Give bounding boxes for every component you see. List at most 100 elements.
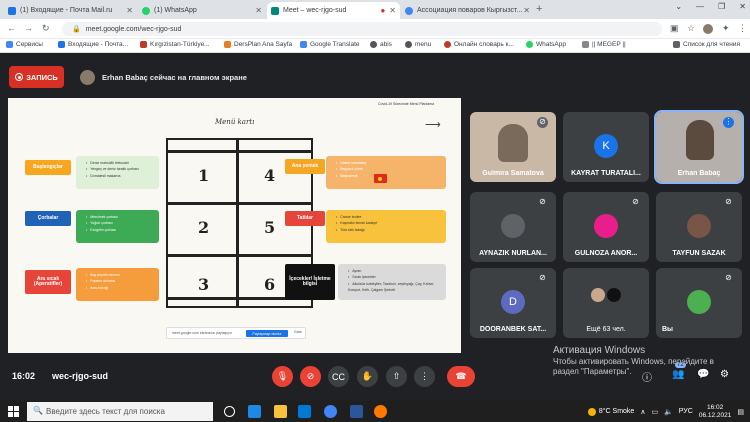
- bookmark-whatsapp[interactable]: WhatsApp: [526, 41, 566, 48]
- bookmark-abis[interactable]: abis: [370, 41, 392, 48]
- bookmark-kirgizistan[interactable]: Kırgızistan-Türkiye...: [140, 41, 210, 48]
- recording-badge[interactable]: ЗАПИСЬ: [9, 66, 64, 88]
- store-icon[interactable]: [298, 405, 311, 418]
- bookmark-dersplan[interactable]: DersPlan Ana Sayfa: [224, 41, 292, 48]
- leave-call-button[interactable]: ☎: [447, 366, 475, 387]
- notifications-icon[interactable]: ▤: [737, 408, 744, 416]
- taskbar-date: 06.12.2021: [698, 411, 732, 419]
- participant-tile[interactable]: ⊘ GULNOZA ANOR...: [563, 192, 649, 262]
- close-tab-icon[interactable]: ✕: [255, 6, 262, 15]
- participant-name: DOORANBEK SAT...: [479, 326, 547, 333]
- mic-toggle-button[interactable]: 🎙: [272, 366, 293, 387]
- section-items-box: Izlakei meselaeş Beşyazlı çörek Beşbarma…: [326, 156, 446, 189]
- participant-tile[interactable]: D ⊘ DOORANBEK SAT...: [470, 268, 556, 338]
- firefox-icon[interactable]: [374, 405, 387, 418]
- close-tab-icon[interactable]: ✕: [126, 6, 133, 15]
- network-icon[interactable]: ▭: [651, 408, 658, 416]
- minimize-icon[interactable]: —: [696, 2, 704, 11]
- grid-number: 1: [198, 166, 210, 185]
- tab-meet[interactable]: Meet – wec-rjgo-sud ● ✕: [267, 2, 400, 19]
- info-icon[interactable]: ⓘ: [642, 369, 652, 384]
- bookmark-reading-list[interactable]: Список для чтения: [673, 41, 740, 48]
- hide-button[interactable]: Gizle: [294, 330, 302, 334]
- bookmark-label: Входящие - Почта...: [68, 41, 129, 48]
- participant-tile-speaking[interactable]: ⋮ Erhan Babaç: [654, 110, 744, 184]
- stop-sharing-button[interactable]: Paylaşmayı durdur: [246, 330, 288, 337]
- slide-title: Menü kartı: [215, 118, 255, 126]
- tab-mail[interactable]: (1) Входящие - Почта Mail.ru ✕: [4, 2, 137, 19]
- grid-number: 4: [264, 166, 276, 185]
- mail-favicon-icon: [8, 6, 16, 15]
- people-icon[interactable]: 👥: [672, 369, 684, 380]
- activities-icon[interactable]: ⚙: [720, 369, 729, 380]
- participant-name: KAYRAT TURATALI...: [571, 170, 641, 177]
- camera-toggle-button[interactable]: ⊘: [300, 366, 321, 387]
- grid-number: 5: [264, 218, 276, 237]
- volume-icon[interactable]: 🔈: [664, 408, 673, 416]
- word-icon[interactable]: [350, 405, 363, 418]
- screen-share-bar: meet.google.com ekranınızı paylaşıyor Pa…: [166, 327, 306, 339]
- more-options-button[interactable]: ⋮: [414, 366, 435, 387]
- participant-tile[interactable]: ⊘ TAYFUN SAZAK: [656, 192, 742, 262]
- whatsapp-icon: [526, 41, 533, 48]
- tab-search-icon[interactable]: ⌄: [675, 2, 682, 11]
- mic-muted-icon: ⊘: [632, 197, 639, 206]
- more-participants-tile[interactable]: Ещё 63 чел.: [563, 268, 649, 338]
- show-hidden-icons-icon[interactable]: ∧: [640, 408, 645, 416]
- close-tab-icon[interactable]: ✕: [523, 6, 530, 15]
- extensions-icon[interactable]: ✦: [722, 23, 730, 34]
- raise-hand-button[interactable]: ✋: [357, 366, 378, 387]
- kyrgyz-flag-icon: [374, 174, 387, 183]
- self-tile[interactable]: ⊘ Вы: [656, 268, 742, 338]
- close-tab-icon[interactable]: ✕: [389, 6, 396, 15]
- meet-stage: ЗАПИСЬ Erhan Babaç сейчас на главном экр…: [0, 53, 750, 401]
- section-items-box: Cramé brulee Kaymaklı elmalı kadayıf Tür…: [326, 210, 446, 243]
- file-explorer-icon[interactable]: [274, 405, 287, 418]
- bookmark-star-icon[interactable]: ☆: [687, 23, 695, 34]
- taskbar-clock[interactable]: 16:02 06.12.2021: [699, 404, 732, 419]
- bookmark-dictionary[interactable]: Онлайн словарь к...: [444, 41, 514, 48]
- chat-icon[interactable]: 💬: [697, 369, 709, 380]
- record-icon: [15, 73, 24, 81]
- bookmark-apps[interactable]: Сервисы: [6, 41, 43, 48]
- site-icon: [405, 41, 412, 48]
- bookmark-label: Онлайн словарь к...: [454, 41, 514, 48]
- search-placeholder: Введите здесь текст для поиска: [46, 407, 165, 416]
- reload-icon[interactable]: ↻: [42, 23, 50, 34]
- back-icon[interactable]: ←: [7, 23, 16, 33]
- site-icon: [582, 41, 589, 48]
- recording-dot-icon: ●: [380, 6, 386, 15]
- windows-start-icon[interactable]: [8, 406, 19, 417]
- edge-icon[interactable]: [248, 405, 261, 418]
- tab-association[interactable]: Ассоциация поваров Кыргызст... ✕: [401, 2, 534, 19]
- participant-tile[interactable]: K KAYRAT TURATALI...: [563, 112, 649, 182]
- profile-avatar[interactable]: [703, 24, 713, 34]
- tab-label: (1) Входящие - Почта Mail.ru: [20, 7, 113, 14]
- language-indicator[interactable]: РУС: [679, 408, 693, 415]
- participant-name: Gulmira Samatova: [482, 170, 544, 177]
- weather-widget[interactable]: 8°C Smoke: [587, 407, 634, 416]
- section-items-box: Mercimek çorbası Yoğurt çorbası Ezogelin…: [76, 210, 159, 243]
- taskbar-search-box[interactable]: 🔍 Введите здесь текст для поиска: [27, 402, 213, 421]
- bookmark-menu[interactable]: menu: [405, 41, 431, 48]
- present-button[interactable]: ⇧: [386, 366, 407, 387]
- section-label: Tatlılar: [285, 211, 325, 226]
- forward-icon[interactable]: →: [24, 23, 33, 33]
- url-field[interactable]: 🔒 meet.google.com/wec-rjgo-sud: [62, 22, 662, 36]
- captions-button[interactable]: CC: [328, 366, 349, 387]
- menu-kebab-icon[interactable]: ⋮: [738, 23, 747, 34]
- bookmark-megep[interactable]: || MEGEP ||: [582, 41, 626, 48]
- bookmark-translate[interactable]: Google Translate: [300, 41, 360, 48]
- menu-item: Ezogelin çorbası: [86, 227, 154, 233]
- participant-video: [498, 124, 528, 162]
- maximize-icon[interactable]: ❐: [718, 2, 725, 11]
- chrome-icon[interactable]: [324, 405, 337, 418]
- task-view-icon[interactable]: [224, 406, 235, 417]
- participant-tile[interactable]: ⊘ AYNAZIK NURLAN...: [470, 192, 556, 262]
- tab-whatsapp[interactable]: (1) WhatsApp ✕: [138, 2, 266, 19]
- camera-permission-icon[interactable]: ▣: [670, 23, 679, 34]
- new-tab-icon[interactable]: +: [536, 3, 542, 15]
- participant-tile[interactable]: ⊘ Gulmira Samatova: [470, 112, 556, 182]
- bookmark-mail[interactable]: Входящие - Почта...: [58, 41, 128, 48]
- close-window-icon[interactable]: ✕: [739, 2, 746, 11]
